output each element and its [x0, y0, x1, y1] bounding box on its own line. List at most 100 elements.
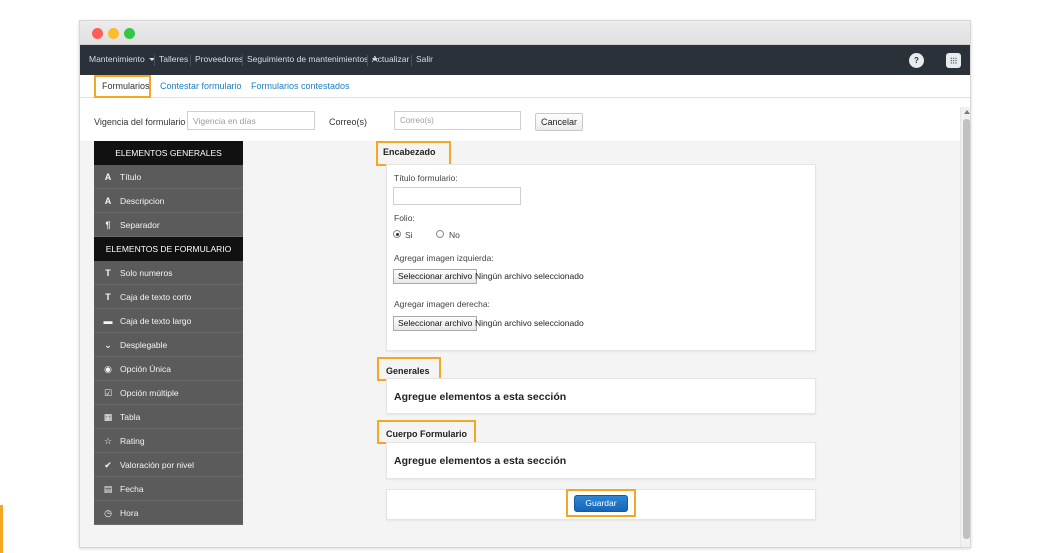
imagen-izquierda-label: Agregar imagen izquierda:: [394, 253, 494, 263]
sidebar-item-label: Tabla: [120, 412, 141, 422]
imagen-derecha-label: Agregar imagen derecha:: [394, 299, 490, 309]
minimize-window-icon[interactable]: [108, 28, 119, 39]
sidebar-item-solo-numeros[interactable]: T Solo numeros: [94, 261, 243, 285]
no-file-left-text: Ningún archivo seleccionado: [475, 271, 584, 281]
generales-dropzone[interactable]: Agregue elementos a esta sección: [386, 378, 816, 414]
nav-item-actualizar[interactable]: Actualizar: [372, 54, 409, 64]
elements-sidebar: ELEMENTOS GENERALES A Título A Descripcion…: [94, 141, 243, 525]
nav-divider: [242, 55, 243, 66]
top-navbar: Mantenimiento Talleres Proveedores Segui…: [80, 45, 970, 75]
sidebar-item-valoracion[interactable]: ✔ Valoración por nivel: [94, 453, 243, 477]
nav-label: Mantenimiento: [89, 54, 145, 64]
tab-bar: Formularios Contestar formulario Formula…: [80, 75, 970, 98]
sidebar-item-label: Opción múltiple: [120, 388, 179, 398]
maximize-window-icon[interactable]: [124, 28, 135, 39]
scroll-up-icon[interactable]: [964, 110, 970, 114]
titulo-formulario-input[interactable]: [393, 187, 521, 205]
nav-item-talleres[interactable]: Talleres: [159, 54, 188, 64]
tab-contestar-formulario[interactable]: Contestar formulario: [160, 81, 242, 91]
highlight-box: [377, 420, 476, 444]
chevron-down-icon: ⌄: [104, 340, 112, 350]
nav-divider: [154, 55, 155, 66]
grid-icon: [950, 57, 957, 64]
paragraph-icon: ¶: [105, 220, 111, 230]
sidebar-item-tabla[interactable]: ▦ Tabla: [94, 405, 243, 429]
sidebar-item-fecha[interactable]: ▤ Fecha: [94, 477, 243, 501]
generales-placeholder: Agregue elementos a esta sección: [394, 391, 567, 403]
sidebar-item-opcion-multiple[interactable]: ☑ Opción múltiple: [94, 381, 243, 405]
sidebar-item-label: Descripcion: [120, 196, 165, 206]
sidebar-item-hora[interactable]: ◷ Hora: [94, 501, 243, 525]
sidebar-item-opcion-unica[interactable]: ◉ Opción Única: [94, 357, 243, 381]
sidebar-item-label: Rating: [120, 436, 145, 446]
sidebar-item-label: Desplegable: [120, 340, 168, 350]
nav-divider: [411, 55, 412, 66]
sidebar-item-texto-largo[interactable]: ▬ Caja de texto largo: [94, 309, 243, 333]
apps-button[interactable]: [946, 53, 961, 68]
nav-label: Seguimiento de mantenimientos: [247, 54, 369, 64]
sidebar-item-label: Caja de texto largo: [120, 316, 192, 326]
cancel-button[interactable]: Cancelar: [535, 113, 583, 131]
radio-dot-icon: ◉: [104, 364, 112, 374]
text-height-icon: T: [105, 292, 111, 302]
sidebar-item-separador[interactable]: ¶ Separador: [94, 213, 243, 237]
nav-divider: [190, 55, 191, 66]
vigencia-label: Vigencia del formulario: [94, 117, 186, 127]
cuerpo-placeholder: Agregue elementos a esta sección: [394, 455, 567, 467]
text-height-icon: T: [105, 268, 111, 278]
question-circle-icon[interactable]: ?: [909, 53, 924, 68]
nav-divider: [367, 55, 368, 66]
correo-label: Correo(s): [329, 117, 368, 127]
font-icon: A: [104, 196, 112, 206]
close-window-icon[interactable]: [92, 28, 103, 39]
highlight-box: [94, 75, 151, 98]
nav-item-salir[interactable]: Salir: [416, 54, 433, 64]
folio-si-radio[interactable]: [393, 230, 401, 238]
sidebar-item-titulo[interactable]: A Título: [94, 165, 243, 189]
star-icon: ☆: [103, 436, 113, 446]
tab-formularios-contestados[interactable]: Formularios contestados: [251, 81, 350, 91]
titulo-formulario-label: Título formulario:: [394, 173, 458, 183]
sidebar-item-desplegable[interactable]: ⌄ Desplegable: [94, 333, 243, 357]
sidebar-item-label: Fecha: [120, 484, 144, 494]
check-icon: ✔: [104, 460, 112, 470]
window-titlebar: [80, 21, 970, 45]
app-window: Mantenimiento Talleres Proveedores Segui…: [79, 20, 971, 548]
nav-item-mantenimiento[interactable]: Mantenimiento: [89, 54, 155, 64]
sidebar-item-label: Título: [120, 172, 142, 182]
sidebar-item-label: Valoración por nivel: [120, 460, 195, 470]
sidebar-item-label: Caja de texto corto: [120, 292, 192, 302]
sidebar-item-rating[interactable]: ☆ Rating: [94, 429, 243, 453]
highlight-box: [376, 141, 451, 166]
sidebar-header-generales: ELEMENTOS GENERALES: [94, 141, 243, 165]
sidebar-item-label: Separador: [120, 220, 160, 230]
highlight-marker: [0, 505, 3, 553]
scroll-thumb[interactable]: [963, 119, 970, 539]
folio-label: Folio:: [394, 213, 415, 223]
sidebar-item-texto-corto[interactable]: T Caja de texto corto: [94, 285, 243, 309]
save-button[interactable]: Guardar: [574, 495, 628, 512]
vigencia-input[interactable]: Vigencia en días: [187, 111, 315, 130]
folio-no-label: No: [449, 230, 460, 240]
encabezado-panel: Título formulario: Folio: Si No Agregar …: [386, 164, 816, 351]
no-file-right-text: Ningún archivo seleccionado: [475, 318, 584, 328]
cuerpo-dropzone[interactable]: Agregue elementos a esta sección: [386, 442, 816, 479]
sidebar-item-descripcion[interactable]: A Descripcion: [94, 189, 243, 213]
folio-si-label: Si: [405, 230, 413, 240]
sidebar-header-formulario: ELEMENTOS DE FORMULARIO: [94, 237, 243, 261]
sidebar-item-label: Solo numeros: [120, 268, 173, 278]
font-icon: A: [104, 172, 112, 182]
sidebar-item-label: Hora: [120, 508, 139, 518]
nav-item-seguimiento[interactable]: Seguimiento de mantenimientos: [247, 54, 379, 64]
nav-item-proveedores[interactable]: Proveedores: [195, 54, 243, 64]
calendar-icon: ▤: [103, 484, 113, 494]
select-file-right-button[interactable]: Seleccionar archivo: [393, 316, 478, 331]
vertical-scrollbar[interactable]: [960, 107, 970, 547]
table-icon: ▦: [103, 412, 113, 422]
select-file-left-button[interactable]: Seleccionar archivo: [393, 269, 478, 284]
folio-no-radio[interactable]: [436, 230, 444, 238]
textarea-icon: ▬: [103, 316, 113, 326]
checkbox-icon: ☑: [103, 388, 113, 398]
correo-input[interactable]: Correo(s): [394, 111, 521, 130]
clock-icon: ◷: [104, 508, 112, 518]
